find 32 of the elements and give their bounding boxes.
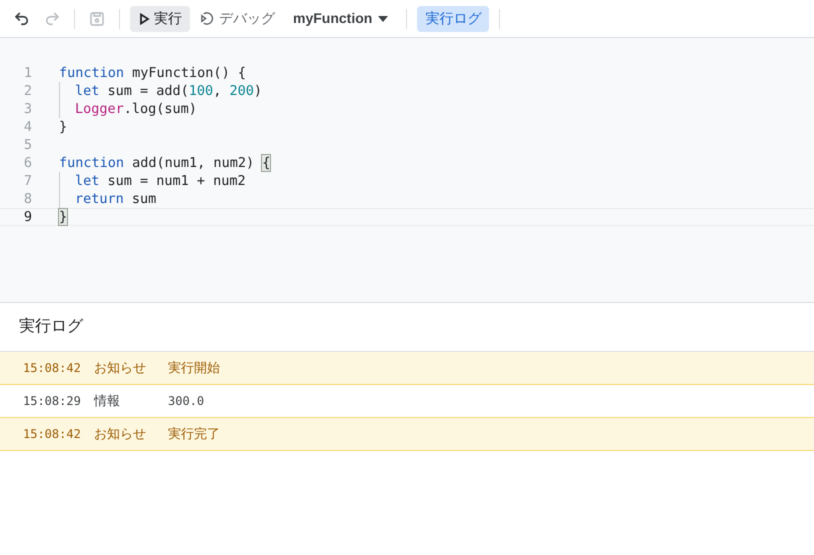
line-number: 8 (22, 190, 33, 209)
log-message: 300.0 (168, 393, 204, 410)
log-message: 実行完了 (168, 425, 220, 444)
code-line: function myFunction() { (59, 64, 246, 83)
log-level: お知らせ (94, 359, 147, 378)
execution-log-toggle[interactable]: 実行ログ (417, 6, 490, 32)
line-number: 6 (22, 154, 33, 173)
line-number: 1 (22, 64, 33, 83)
run-button[interactable]: 実行 (130, 6, 190, 32)
line-number: 2 (22, 82, 33, 101)
play-icon (138, 12, 150, 24)
function-dropdown[interactable]: myFunction (285, 6, 396, 32)
log-level: お知らせ (94, 425, 147, 444)
line-number: 5 (22, 136, 33, 155)
code-line: Logger.log(sum) (75, 100, 197, 119)
log-message: 実行開始 (168, 359, 220, 378)
code-line: let sum = num1 + num2 (75, 172, 246, 191)
code-line: return sum (75, 190, 156, 209)
line-number: 3 (22, 100, 33, 119)
caret-icon (378, 16, 388, 22)
code-line: } (59, 118, 68, 137)
code-line: let sum = add(100, 200) (75, 82, 262, 101)
debug-button[interactable]: デバッグ (196, 6, 279, 32)
log-time: 15:08:42 (22, 426, 82, 443)
line-number: 9 (22, 208, 33, 227)
debug-icon (200, 11, 215, 26)
log-time: 15:08:29 (22, 393, 82, 410)
log-level: 情報 (94, 392, 121, 410)
line-number: 4 (22, 118, 33, 137)
log-time: 15:08:42 (22, 360, 82, 377)
line-number: 7 (22, 172, 33, 191)
code-line: function add(num1, num2) { (59, 154, 270, 173)
